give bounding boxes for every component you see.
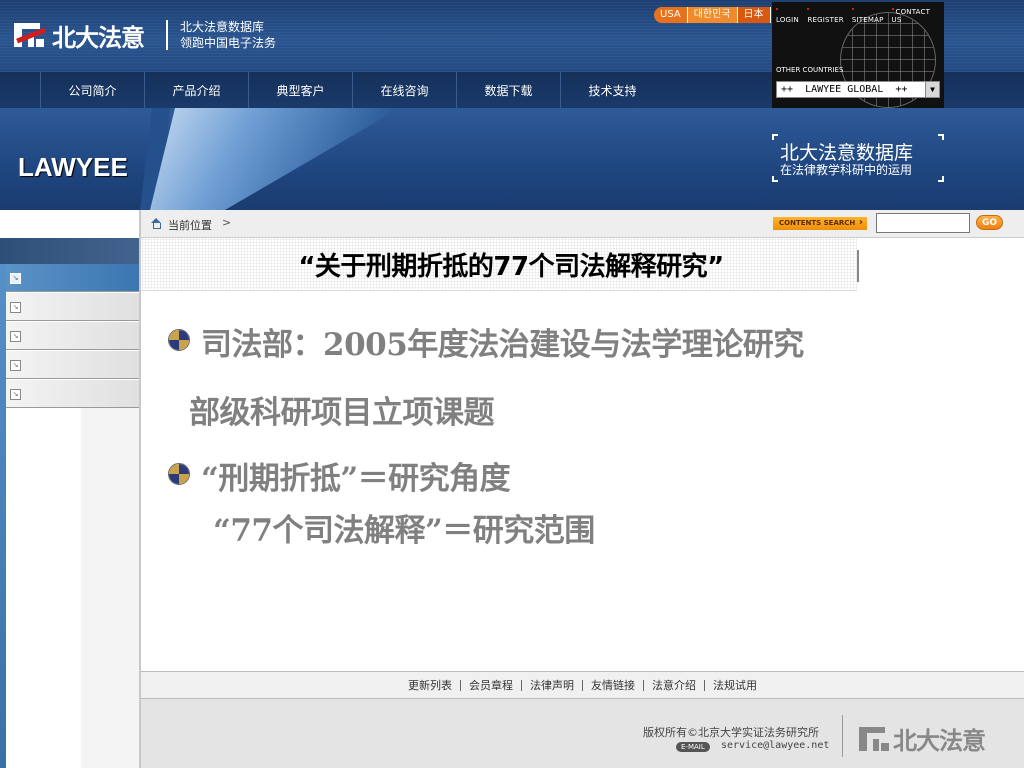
header-divider — [166, 20, 168, 50]
arrow-icon: ↘ — [10, 389, 21, 400]
contact-us-link[interactable]: CONTACT US — [892, 8, 937, 24]
breadcrumb-label: 当前位置 — [168, 219, 212, 232]
breadcrumb: 当前位置 > CONTENTS SEARCH GO — [141, 210, 1024, 238]
footer-link-about[interactable]: 法意介绍 — [644, 679, 705, 691]
footer-logo-mark-icon — [859, 725, 891, 753]
bullet-icon — [168, 329, 190, 351]
main-nav: 公司简介 产品介绍 典型客户 在线咨询 数据下载 技术支持 — [0, 72, 772, 108]
lang-usa[interactable]: USA — [654, 7, 688, 23]
footer-link-updates[interactable]: 更新列表 — [400, 679, 461, 691]
account-links: LOGIN REGISTER SITEMAP CONTACT US — [776, 8, 944, 24]
bullet2-line2: “77个司法解释”＝研究范围 — [213, 513, 595, 549]
brand-wordmark: LAWYEE — [18, 152, 128, 182]
arrow-icon: ↘ — [10, 360, 21, 371]
arrow-icon: ↘ — [10, 331, 21, 342]
promo-subtitle: 在法律教学科研中的运用 — [780, 163, 913, 177]
sidebar-header — [0, 238, 140, 264]
footer-logo-text: 北大法意 — [893, 727, 986, 755]
arrow-icon: ↘ — [10, 273, 21, 284]
logo-text: 北大法意 — [52, 23, 145, 52]
tagline-line2: 领跑中国电子法务 — [180, 36, 277, 50]
global-site-select[interactable]: ++ LAWYEE GLOBAL ++ ▼ — [776, 81, 940, 98]
footer: 版权所有©北京大学实证法务研究所 E-MAIL service@lawyee.n… — [141, 699, 1024, 768]
copyright-text: 版权所有©北京大学实证法务研究所 — [643, 726, 819, 739]
nav-item-consult[interactable]: 在线咨询 — [352, 72, 456, 108]
chevron-right-icon: > — [222, 216, 232, 229]
email-link[interactable]: service@lawyee.net — [721, 740, 829, 751]
nav-item-support[interactable]: 技术支持 — [560, 72, 664, 108]
contents-search-button[interactable]: CONTENTS SEARCH — [773, 217, 867, 230]
sidebar-item-2[interactable]: ↘ — [0, 293, 140, 321]
search-input[interactable] — [876, 213, 970, 233]
lang-korea[interactable]: 대한민국 — [687, 7, 738, 23]
footer-links: 更新列表 会员章程 法律声明 友情链接 法意介绍 法规试用 — [141, 671, 1024, 699]
dropdown-arrow-icon[interactable]: ▼ — [925, 82, 939, 97]
sidebar-item-3[interactable]: ↘ — [0, 322, 140, 350]
footer-link-membership[interactable]: 会员章程 — [461, 679, 522, 691]
nav-item-company[interactable]: 公司简介 — [40, 72, 144, 108]
nav-item-download[interactable]: 数据下载 — [456, 72, 560, 108]
site-logo[interactable]: 北大法意 — [14, 18, 145, 52]
sidebar-lower-panel — [6, 408, 140, 768]
sidebar-item-1[interactable]: ↘ — [0, 264, 140, 292]
home-icon[interactable] — [150, 218, 162, 229]
sitemap-link[interactable]: SITEMAP — [852, 8, 884, 24]
bullet1-line1: 司法部：2005年度法治建设与法学理论研究 — [201, 327, 804, 363]
footer-logo[interactable]: 北大法意 — [859, 721, 986, 756]
other-countries-label: OTHER COUNTRIES — [776, 66, 844, 74]
language-bar: USA 대한민국 日本 — [654, 7, 771, 23]
email-badge: E-MAIL — [676, 742, 710, 752]
logo-mark-icon — [14, 21, 48, 49]
go-button[interactable]: GO — [976, 215, 1003, 230]
tagline-line1: 北大法意数据库 — [180, 20, 265, 34]
footer-link-trial[interactable]: 法规试用 — [705, 680, 765, 691]
global-panel: LOGIN REGISTER SITEMAP CONTACT US OTHER … — [772, 2, 944, 108]
footer-divider — [842, 715, 843, 757]
global-select-value: ++ LAWYEE GLOBAL ++ — [781, 84, 908, 95]
slide-title: “关于刑期折抵的77个司法解释研究” — [298, 252, 724, 282]
left-sidebar: ↘ ↘ ↘ ↘ ↘ — [0, 210, 140, 768]
sidebar-item-5[interactable]: ↘ — [0, 380, 140, 408]
slide-content: 司法部：2005年度法治建设与法学理论研究 部级科研项目立项课题 “刑期折抵”＝… — [141, 291, 1024, 671]
lang-japan[interactable]: 日本 — [737, 7, 771, 23]
nav-filler — [944, 72, 1024, 108]
nav-item-products[interactable]: 产品介绍 — [144, 72, 248, 108]
banner-light-beam — [150, 108, 400, 210]
footer-link-friends[interactable]: 友情链接 — [583, 679, 644, 691]
bullet-icon — [168, 463, 190, 485]
sidebar-accent-strip — [0, 264, 6, 768]
nav-item-clients[interactable]: 典型客户 — [248, 72, 352, 108]
register-link[interactable]: REGISTER — [807, 8, 843, 24]
header-tagline: 北大法意数据库 领跑中国电子法务 — [180, 19, 276, 51]
promo-box: 北大法意数据库 在法律教学科研中的运用 — [772, 134, 944, 182]
sidebar-item-4[interactable]: ↘ — [0, 351, 140, 379]
bullet2-line1: “刑期折抵”＝研究角度 — [201, 461, 511, 497]
arrow-icon: ↘ — [10, 302, 21, 313]
login-link[interactable]: LOGIN — [776, 8, 799, 24]
footer-link-legal[interactable]: 法律声明 — [522, 679, 583, 691]
bullet1-line2: 部级科研项目立项课题 — [189, 395, 495, 431]
slide-title-band: “关于刑期折抵的77个司法解释研究” — [141, 238, 1024, 291]
